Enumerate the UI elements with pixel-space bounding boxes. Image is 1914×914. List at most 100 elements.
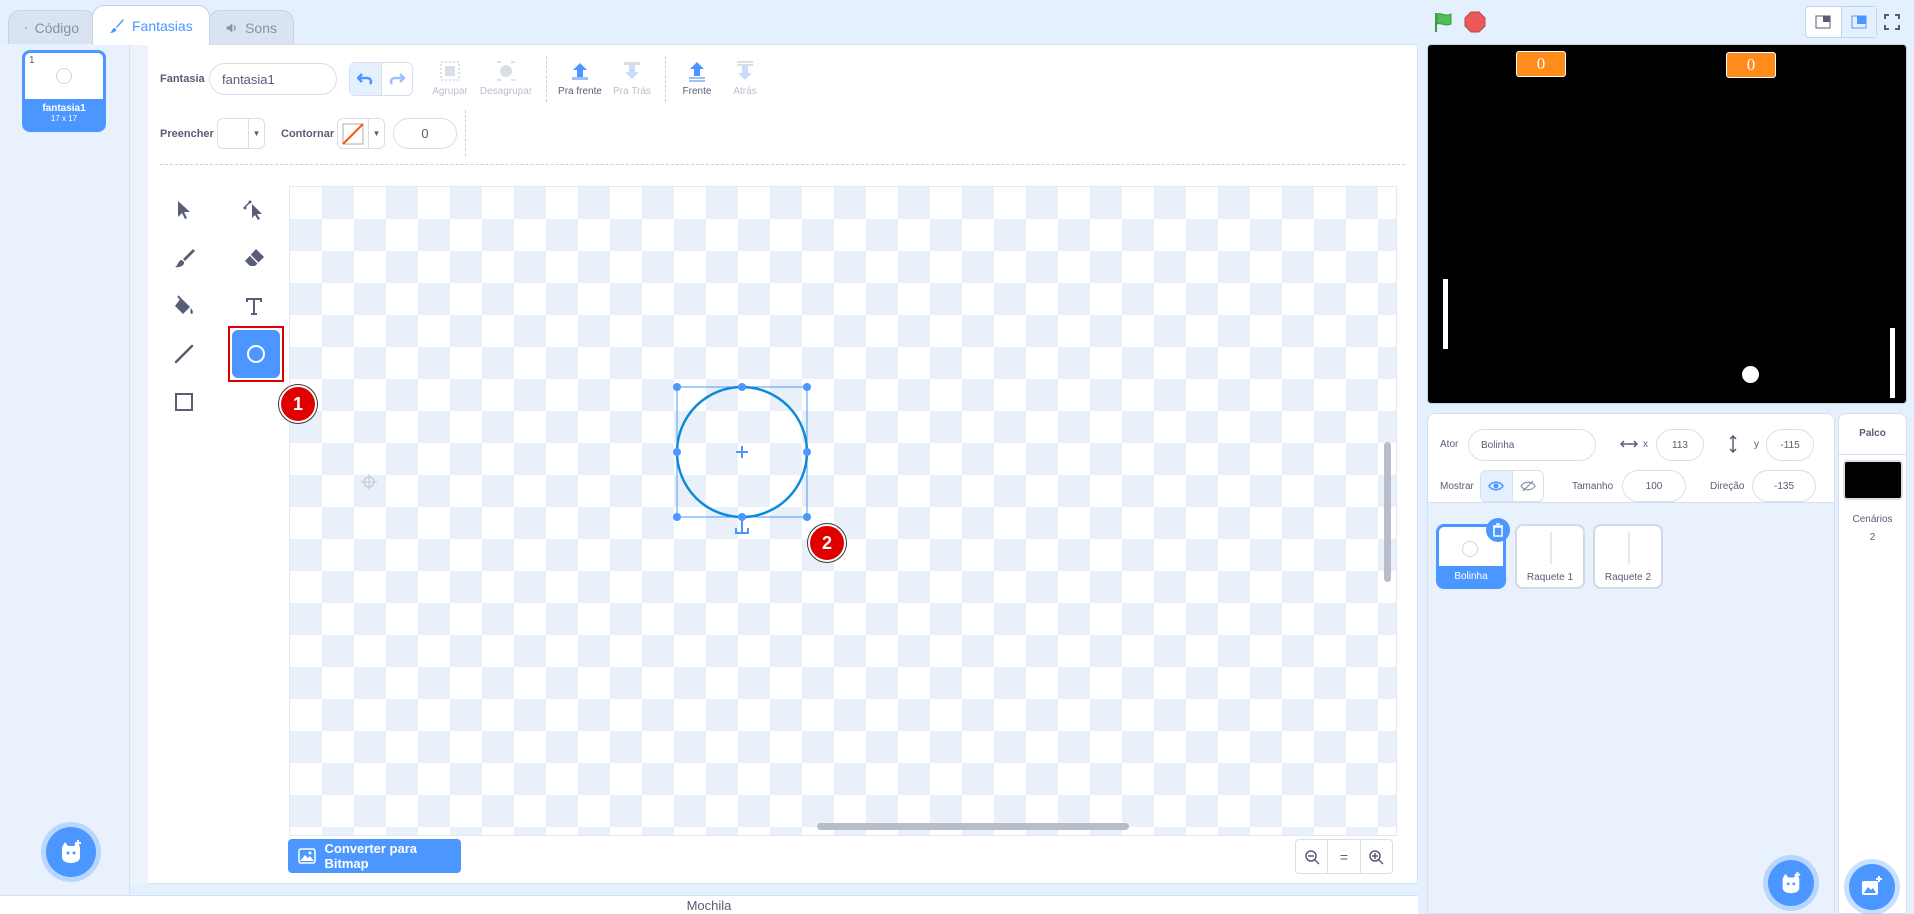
text-tool[interactable] xyxy=(230,282,278,330)
add-backdrop-button[interactable] xyxy=(1849,864,1895,910)
sprite-name: Bolinha xyxy=(1454,571,1488,582)
y-input[interactable]: -115 xyxy=(1766,429,1814,461)
costume-item[interactable]: 1 fantasia1 17 x 17 xyxy=(22,50,106,132)
sprite-list: Bolinha Raquete 1 Raquete 2 xyxy=(1427,503,1835,914)
sprite-name: Raquete 1 xyxy=(1526,572,1574,583)
convert-bitmap-button[interactable]: Converter para Bitmap xyxy=(288,839,461,873)
costume-name-input[interactable]: fantasia1 xyxy=(209,63,337,95)
tab-costumes-label: Fantasias xyxy=(132,17,193,34)
zoom-in-button[interactable] xyxy=(1359,840,1392,873)
ungroup-label: Desagrupar xyxy=(479,86,533,97)
ball xyxy=(1742,366,1759,383)
x-input[interactable]: 113 xyxy=(1656,429,1704,461)
back-icon xyxy=(737,61,753,80)
tab-costumes[interactable]: Fantasias xyxy=(92,5,210,45)
undo-button[interactable] xyxy=(350,63,381,95)
fullscreen-button[interactable] xyxy=(1880,10,1904,34)
rectangle-tool[interactable] xyxy=(160,378,208,426)
cat-add-icon xyxy=(1782,871,1801,894)
tab-sounds[interactable]: Sons xyxy=(208,10,294,44)
outline-color-picker[interactable]: ▼ xyxy=(337,118,385,149)
group-icon xyxy=(440,61,460,81)
paint-canvas[interactable] xyxy=(289,186,1397,836)
hide-button[interactable] xyxy=(1511,471,1544,501)
undo-redo-group xyxy=(349,62,413,96)
green-flag-icon xyxy=(1435,13,1452,32)
step-marker-1: 1 xyxy=(279,385,317,423)
size-value: 100 xyxy=(1645,480,1663,492)
zoom-out-button[interactable] xyxy=(1296,840,1327,873)
image-icon xyxy=(298,848,316,864)
small-stage-button[interactable] xyxy=(1806,7,1841,37)
line-tool[interactable] xyxy=(160,330,208,378)
backward-label: Pra Trás xyxy=(613,86,651,97)
fill-color-picker[interactable]: ▼ xyxy=(217,118,265,149)
small-stage-icon xyxy=(1815,15,1831,29)
front-button[interactable]: Frente xyxy=(677,60,717,97)
back-label: Atrás xyxy=(733,86,757,97)
back-button[interactable]: Atrás xyxy=(725,60,765,97)
add-sprite-button[interactable] xyxy=(1768,860,1814,906)
outline-width-input[interactable]: 0 xyxy=(393,118,457,149)
canvas-vertical-scrollbar[interactable] xyxy=(1384,442,1391,582)
stage[interactable]: 0 0 xyxy=(1427,44,1907,404)
eraser-tool[interactable] xyxy=(230,234,278,282)
sprite-name-input[interactable]: Bolinha xyxy=(1468,429,1596,461)
redo-button[interactable] xyxy=(380,63,413,95)
zoom-in-icon xyxy=(1369,849,1384,865)
backpack-bar[interactable]: Mochila xyxy=(0,895,1418,914)
stop-button[interactable] xyxy=(1464,11,1486,38)
costume-list-scrollbar[interactable] xyxy=(130,44,148,884)
show-button[interactable] xyxy=(1481,471,1512,501)
costume-list xyxy=(0,44,130,894)
fill-tool[interactable] xyxy=(160,282,208,330)
x-value: 113 xyxy=(1672,439,1688,451)
sprite-thumbnail xyxy=(1462,541,1478,557)
ungroup-button[interactable]: Desagrupar xyxy=(479,60,533,97)
costume-number: 1 xyxy=(29,55,35,66)
stage-thumbnail[interactable] xyxy=(1843,460,1903,500)
visibility-toggle xyxy=(1480,470,1544,502)
forward-button[interactable]: Pra frente xyxy=(556,60,604,97)
size-input[interactable]: 100 xyxy=(1622,470,1686,502)
toolbar-divider xyxy=(546,56,547,102)
score-right: 0 xyxy=(1726,52,1776,78)
eraser-icon xyxy=(245,249,264,266)
brush-tool[interactable] xyxy=(160,234,208,282)
outline-width-value: 0 xyxy=(421,126,429,141)
sprite-tile-raquete-2[interactable]: Raquete 2 xyxy=(1593,524,1663,589)
reshape-icon xyxy=(243,200,262,220)
delete-sprite-button[interactable] xyxy=(1486,518,1510,542)
zoom-reset-button[interactable]: = xyxy=(1327,840,1359,873)
stage-panel: Palco Cenários 2 xyxy=(1838,413,1907,914)
show-label: Mostrar xyxy=(1440,481,1474,492)
costume-size: 17 x 17 xyxy=(50,114,78,123)
step-marker-2: 2 xyxy=(808,524,846,562)
no-color-icon xyxy=(342,123,364,145)
selected-circle-shape[interactable] xyxy=(670,382,820,544)
dropdown-arrow-icon: ▼ xyxy=(248,119,264,148)
paint-bucket-icon xyxy=(175,295,193,314)
costume-name-label: Fantasia xyxy=(160,73,205,85)
select-tool[interactable] xyxy=(160,186,208,234)
normal-stage-button[interactable] xyxy=(1840,7,1876,37)
group-label: Agrupar xyxy=(432,86,468,97)
direction-value: -135 xyxy=(1773,480,1794,492)
direction-input[interactable]: -135 xyxy=(1752,470,1816,502)
toolbar-divider xyxy=(665,56,666,102)
canvas-horizontal-scrollbar[interactable] xyxy=(817,823,1129,830)
sprite-info-panel: Ator Bolinha x 113 y -115 Mostrar Tamanh… xyxy=(1427,413,1835,503)
y-value: -115 xyxy=(1780,439,1800,451)
outline-swatch xyxy=(338,119,368,148)
add-costume-button[interactable] xyxy=(46,827,96,877)
tab-code[interactable]: Código xyxy=(8,10,96,44)
stage-size-toggle xyxy=(1805,6,1877,38)
fullscreen-icon xyxy=(1884,14,1900,30)
reshape-tool[interactable] xyxy=(230,186,278,234)
speaker-icon xyxy=(226,22,236,33)
sprite-tile-raquete-1[interactable]: Raquete 1 xyxy=(1515,524,1585,589)
group-button[interactable]: Agrupar xyxy=(430,60,470,97)
backward-button[interactable]: Pra Trás xyxy=(608,60,656,97)
forward-icon xyxy=(572,63,588,80)
green-flag-button[interactable] xyxy=(1432,11,1454,38)
